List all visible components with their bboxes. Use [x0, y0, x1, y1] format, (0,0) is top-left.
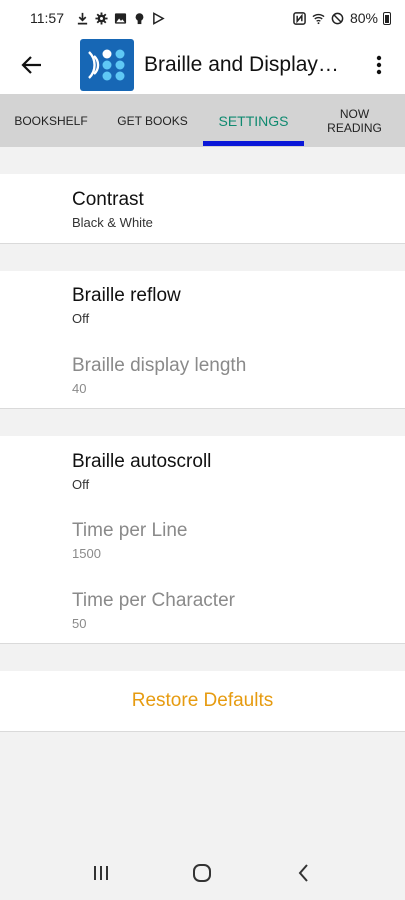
- page-title: Braille and Display Settings: [144, 53, 344, 76]
- system-nav-bar: [0, 845, 405, 900]
- contrast-preference[interactable]: Contrast Black & White: [72, 189, 153, 230]
- do-not-disturb-icon: [331, 11, 345, 25]
- tab-now-reading[interactable]: NOW READING: [304, 94, 405, 147]
- pref-title: Braille display length: [72, 355, 247, 376]
- pref-title: Braille autoscroll: [72, 451, 212, 472]
- braille-autoscroll-preference[interactable]: Braille autoscroll Off: [72, 451, 211, 492]
- status-right: 80%: [293, 10, 391, 26]
- pref-summary: Off: [72, 311, 90, 326]
- contrast-section: Contrast Black & White: [0, 174, 405, 244]
- status-bar: 11:57 80%: [0, 0, 405, 36]
- pref-title: Time per Character: [72, 590, 235, 611]
- recent-apps-button[interactable]: [81, 853, 121, 893]
- play-store-icon: [151, 11, 165, 25]
- wifi-icon: [312, 11, 326, 25]
- pref-summary: Black & White: [72, 215, 153, 230]
- home-icon: [193, 863, 212, 882]
- braille-reflow-section: Braille reflow Off Braille display lengt…: [0, 271, 405, 409]
- pref-title: Contrast: [72, 189, 144, 210]
- status-left: 11:57: [30, 10, 165, 26]
- pref-summary: 50: [72, 616, 87, 631]
- battery-percent: 80%: [349, 10, 378, 26]
- tab-now-reading-label: NOW READING: [327, 106, 382, 135]
- settings-icon: [94, 11, 108, 25]
- chevron-left-icon: [298, 863, 308, 882]
- image-icon: [113, 11, 127, 25]
- app-logo: [80, 39, 134, 91]
- braille-autoscroll-section: Braille autoscroll Off Time per Line 150…: [0, 436, 405, 644]
- braille-display-length-preference: Braille display length 40: [72, 355, 246, 396]
- restore-defaults-button[interactable]: Restore Defaults: [0, 671, 405, 732]
- time-per-character-preference: Time per Character 50: [72, 590, 235, 631]
- recent-apps-icon: [93, 865, 108, 880]
- tab-get-books[interactable]: GET BOOKS: [102, 94, 203, 147]
- overflow-menu-button[interactable]: [365, 36, 393, 94]
- pref-summary: 40: [72, 381, 87, 396]
- restore-defaults-label: Restore Defaults: [131, 690, 274, 711]
- time-per-line-preference: Time per Line 1500: [72, 520, 187, 561]
- back-nav-button[interactable]: [284, 853, 324, 893]
- nfc-icon: [293, 11, 307, 25]
- pref-title: Time per Line: [72, 520, 188, 541]
- pref-title: Braille reflow: [72, 285, 181, 306]
- more-vert-icon: [376, 55, 382, 75]
- back-button[interactable]: [0, 36, 64, 94]
- app-bar: Braille and Display Settings: [0, 36, 405, 94]
- tab-settings[interactable]: SETTINGS: [203, 94, 304, 147]
- tab-bar: BOOKSHELF GET BOOKS SETTINGS NOW READING: [0, 94, 405, 147]
- braille-reflow-preference[interactable]: Braille reflow Off: [72, 285, 181, 326]
- download-icon: [75, 11, 89, 25]
- arrow-back-icon: [21, 56, 41, 74]
- pref-summary: Off: [72, 477, 90, 492]
- pref-summary: 1500: [72, 546, 101, 561]
- status-time: 11:57: [30, 10, 64, 26]
- battery-icon: [383, 11, 391, 25]
- braille-logo-icon: [88, 49, 125, 81]
- tab-bookshelf[interactable]: BOOKSHELF: [0, 94, 102, 147]
- bulb-icon: [132, 11, 146, 25]
- home-button[interactable]: [182, 853, 222, 893]
